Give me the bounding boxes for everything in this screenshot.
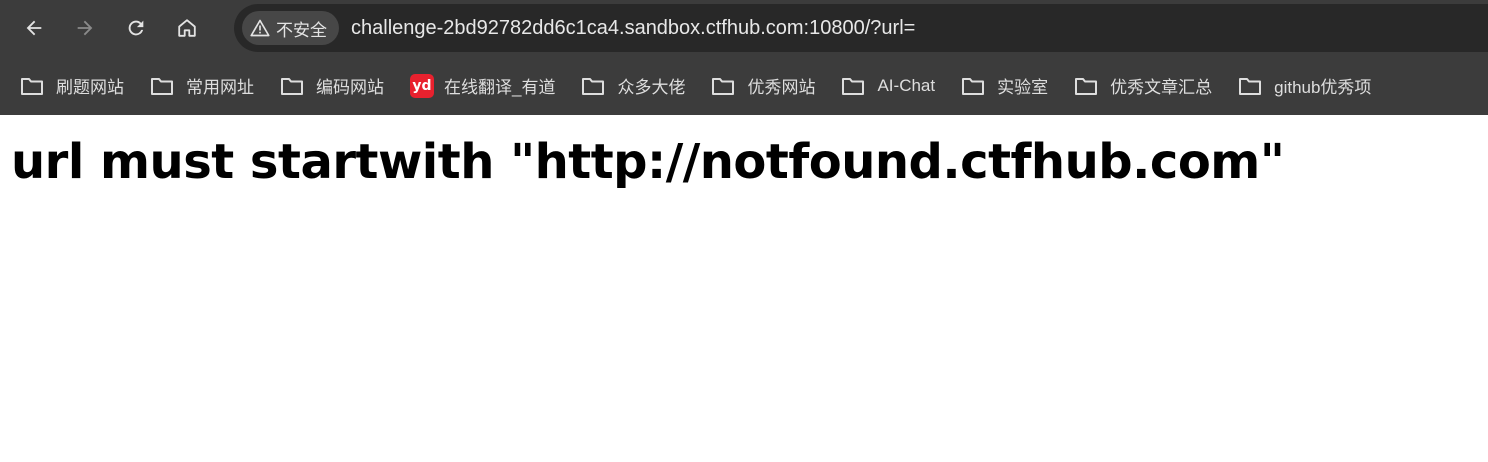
- browser-chrome: 不安全 challenge-2bd92782dd6c1ca4.sandbox.c…: [0, 0, 1488, 115]
- home-button[interactable]: [169, 10, 205, 46]
- back-arrow-icon: [26, 20, 42, 36]
- bookmark-folder[interactable]: 实验室: [949, 68, 1056, 104]
- page-content: url must startwith "http://notfound.ctfh…: [0, 134, 1488, 190]
- home-icon: [178, 19, 196, 37]
- reload-icon: [128, 20, 144, 36]
- bookmarks-bar: 刷题网站 常用网址 编码网站 yd 在线翻译_有道 众多大佬 优秀网站 AI-C…: [0, 56, 1488, 115]
- url-text[interactable]: challenge-2bd92782dd6c1ca4.sandbox.ctfhu…: [351, 17, 915, 40]
- reload-button[interactable]: [118, 10, 154, 46]
- address-bar[interactable]: 不安全 challenge-2bd92782dd6c1ca4.sandbox.c…: [234, 4, 1488, 52]
- folder-icon: [582, 77, 605, 95]
- folder-icon: [21, 77, 43, 95]
- youdao-logo-icon: yd: [410, 73, 434, 98]
- folder-icon: [1075, 77, 1098, 95]
- folder-icon: [151, 77, 173, 95]
- bookmark-folder[interactable]: 编码网站: [268, 68, 392, 104]
- folder-icon: [712, 77, 735, 95]
- bookmark-folder[interactable]: 刷题网站: [8, 68, 132, 104]
- page-heading: url must startwith "http://notfound.ctfh…: [11, 134, 1285, 190]
- bookmark-folder[interactable]: 众多大佬: [569, 68, 693, 104]
- bookmark-label: 编码网站: [316, 78, 384, 97]
- folder-icon: [842, 77, 865, 95]
- bookmark-label: 优秀网站: [747, 78, 816, 97]
- bookmark-label: 优秀文章汇总: [1110, 78, 1213, 97]
- bookmark-folder[interactable]: AI-Chat: [829, 68, 943, 104]
- bookmark-folder[interactable]: github优秀项: [1226, 68, 1379, 104]
- bookmark-label: 众多大佬: [617, 78, 686, 97]
- security-chip[interactable]: 不安全: [242, 11, 339, 45]
- security-label: 不安全: [276, 20, 327, 40]
- folder-icon: [962, 77, 985, 95]
- bookmark-label: 刷题网站: [56, 78, 124, 97]
- bookmark-folder[interactable]: 优秀网站: [699, 68, 823, 104]
- warning-triangle-icon: [250, 19, 270, 37]
- bookmark-folder[interactable]: 优秀文章汇总: [1062, 68, 1220, 104]
- bookmark-label: 常用网址: [186, 78, 254, 97]
- bookmark-label: 在线翻译_有道: [444, 78, 556, 97]
- bookmark-label: github优秀项: [1274, 78, 1372, 97]
- folder-icon: [1239, 77, 1262, 95]
- bookmark-label: AI-Chat: [877, 75, 936, 95]
- back-button[interactable]: [16, 10, 52, 46]
- forward-arrow-icon: [77, 20, 93, 36]
- folder-icon: [281, 77, 303, 95]
- bookmark-label: 实验室: [997, 78, 1049, 97]
- forward-button[interactable]: [67, 10, 103, 46]
- bookmark-link[interactable]: yd 在线翻译_有道: [398, 68, 563, 104]
- bookmark-folder[interactable]: 常用网址: [138, 68, 262, 104]
